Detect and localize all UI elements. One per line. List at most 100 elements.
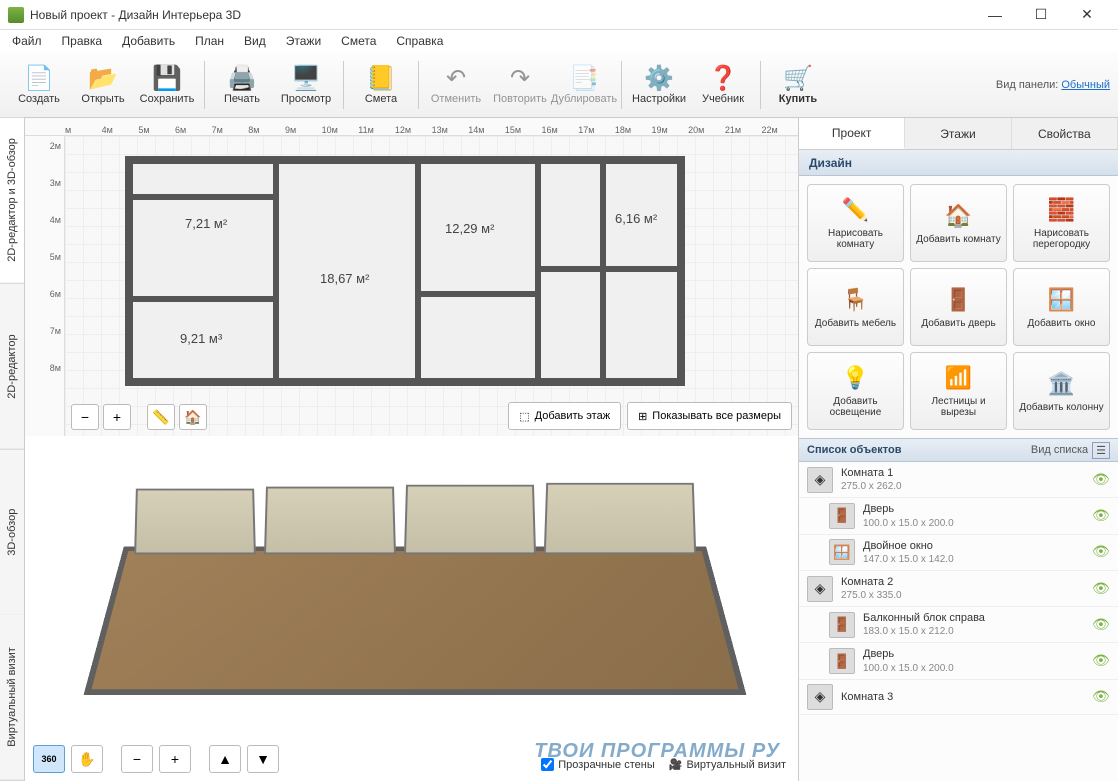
pane-2d-editor[interactable]: 2м3м4м5м6м7м8м 7,21 м² 18,67 м² 12,29 м² — [25, 136, 798, 436]
design-icon: 💡 — [840, 364, 872, 392]
object-item-3[interactable]: ◈Комната 2275.0 x 335.0👁 — [799, 571, 1118, 607]
close-button[interactable]: ✕ — [1064, 0, 1110, 30]
window-title: Новый проект - Дизайн Интерьера 3D — [30, 8, 972, 22]
right-panel: Проект Этажи Свойства Дизайн ✏️Нарисоват… — [798, 118, 1118, 781]
object-item-4[interactable]: 🚪Балконный блок справа183.0 x 15.0 x 212… — [799, 607, 1118, 643]
toolbar: 📄Создать 📂Открыть 💾Сохранить 🖨️Печать 🖥️… — [0, 52, 1118, 118]
add-floor-button[interactable]: ⬚Добавить этаж — [508, 402, 621, 430]
zoom-in-2d-button[interactable]: + — [103, 404, 131, 430]
estimate-button[interactable]: 📒Смета — [350, 57, 412, 113]
create-button[interactable]: 📄Создать — [8, 57, 70, 113]
transparent-walls-checkbox[interactable]: Прозрачные стены — [541, 758, 654, 771]
dimensions-icon: ⊞ — [638, 410, 647, 423]
design-button-1[interactable]: 🏠Добавить комнату — [910, 184, 1007, 262]
scene-3d[interactable] — [65, 456, 765, 736]
design-button-5[interactable]: 🪟Добавить окно — [1013, 268, 1110, 346]
maximize-button[interactable]: ☐ — [1018, 0, 1064, 30]
room-area-5: 9,21 м³ — [180, 331, 222, 346]
object-icon: 🚪 — [829, 648, 855, 674]
object-icon: 🚪 — [829, 612, 855, 638]
save-button[interactable]: 💾Сохранить — [136, 57, 198, 113]
design-button-2[interactable]: 🧱Нарисовать перегородку — [1013, 184, 1110, 262]
vtab-virtual-visit[interactable]: Виртуальный визит — [0, 615, 24, 781]
floorplan[interactable]: 7,21 м² 18,67 м² 12,29 м² 6,16 м² 9,21 м… — [125, 156, 685, 386]
home-button[interactable]: 🏠 — [179, 404, 207, 430]
visibility-toggle[interactable]: 👁 — [1092, 543, 1110, 561]
menu-view[interactable]: Вид — [236, 32, 274, 50]
visibility-toggle[interactable]: 👁 — [1092, 688, 1110, 706]
settings-button[interactable]: ⚙️Настройки — [628, 57, 690, 113]
pane-3d-view[interactable]: 360 ✋ − + ▲ ▼ Прозрачные стены 🎥 Виртуал… — [25, 436, 798, 781]
menubar: Файл Правка Добавить План Вид Этажи Смет… — [0, 30, 1118, 52]
object-icon: ◈ — [807, 684, 833, 710]
tab-properties[interactable]: Свойства — [1012, 118, 1118, 149]
file-new-icon: 📄 — [23, 64, 55, 92]
menu-help[interactable]: Справка — [388, 32, 451, 50]
redo-button[interactable]: ↷Повторить — [489, 57, 551, 113]
design-button-3[interactable]: 🪑Добавить мебель — [807, 268, 904, 346]
tilt-up-button[interactable]: ▲ — [209, 745, 241, 773]
vtab-combined[interactable]: 2D-редактор и 3D-обзор — [0, 118, 24, 284]
visibility-toggle[interactable]: 👁 — [1092, 507, 1110, 525]
notepad-icon: 📒 — [365, 64, 397, 92]
zoom-out-3d-button[interactable]: − — [121, 745, 153, 773]
open-button[interactable]: 📂Открыть — [72, 57, 134, 113]
design-button-4[interactable]: 🚪Добавить дверь — [910, 268, 1007, 346]
object-item-6[interactable]: ◈Комната 3👁 — [799, 680, 1118, 715]
titlebar: Новый проект - Дизайн Интерьера 3D — ☐ ✕ — [0, 0, 1118, 30]
undo-button[interactable]: ↶Отменить — [425, 57, 487, 113]
design-button-7[interactable]: 📶Лестницы и вырезы — [910, 352, 1007, 430]
plan-canvas[interactable]: 7,21 м² 18,67 м² 12,29 м² 6,16 м² 9,21 м… — [65, 136, 798, 436]
design-icon: 🏛️ — [1046, 370, 1078, 398]
pan-button[interactable]: ✋ — [71, 745, 103, 773]
show-dimensions-button[interactable]: ⊞Показывать все размеры — [627, 402, 792, 430]
menu-floors[interactable]: Этажи — [278, 32, 329, 50]
print-button[interactable]: 🖨️Печать — [211, 57, 273, 113]
duplicate-button[interactable]: 📑Дублировать — [553, 57, 615, 113]
printer-icon: 🖨️ — [226, 64, 258, 92]
redo-icon: ↷ — [504, 64, 536, 92]
menu-add[interactable]: Добавить — [114, 32, 183, 50]
ruler-vertical: 2м3м4м5м6м7м8м — [25, 136, 65, 436]
app-icon — [8, 7, 24, 23]
visibility-toggle[interactable]: 👁 — [1092, 471, 1110, 489]
object-item-2[interactable]: 🪟Двойное окно147.0 x 15.0 x 142.0👁 — [799, 535, 1118, 571]
zoom-out-2d-button[interactable]: − — [71, 404, 99, 430]
vtab-3d-view[interactable]: 3D-обзор — [0, 450, 24, 616]
measure-button[interactable]: 📏 — [147, 404, 175, 430]
tab-floors[interactable]: Этажи — [905, 118, 1011, 149]
design-icon: 🪟 — [1046, 286, 1078, 314]
menu-estimate[interactable]: Смета — [333, 32, 384, 50]
duplicate-icon: 📑 — [568, 64, 600, 92]
vtab-2d-editor[interactable]: 2D-редактор — [0, 284, 24, 450]
buy-button[interactable]: 🛒Купить — [767, 57, 829, 113]
panel-mode-link[interactable]: Обычный — [1061, 79, 1110, 91]
list-mode-icon[interactable]: ☰ — [1092, 442, 1110, 459]
menu-file[interactable]: Файл — [4, 32, 50, 50]
object-icon: ◈ — [807, 576, 833, 602]
design-button-8[interactable]: 🏛️Добавить колонну — [1013, 352, 1110, 430]
object-item-5[interactable]: 🚪Дверь100.0 x 15.0 x 200.0👁 — [799, 643, 1118, 679]
visibility-toggle[interactable]: 👁 — [1092, 616, 1110, 634]
visibility-toggle[interactable]: 👁 — [1092, 652, 1110, 670]
minimize-button[interactable]: — — [972, 0, 1018, 30]
rotate-360-button[interactable]: 360 — [33, 745, 65, 773]
tab-project[interactable]: Проект — [799, 118, 905, 149]
design-button-0[interactable]: ✏️Нарисовать комнату — [807, 184, 904, 262]
room-area-2: 18,67 м² — [320, 271, 369, 286]
record-visit-button[interactable]: 🎥 Виртуальный визит — [669, 758, 786, 771]
menu-edit[interactable]: Правка — [54, 32, 111, 50]
object-item-1[interactable]: 🚪Дверь100.0 x 15.0 x 200.0👁 — [799, 498, 1118, 534]
panel-mode-selector: Вид панели:Обычный — [996, 79, 1110, 91]
objects-section-head: Список объектов Вид списка ☰ — [799, 438, 1118, 462]
zoom-in-3d-button[interactable]: + — [159, 745, 191, 773]
design-icon: 🪑 — [840, 286, 872, 314]
object-icon: 🪟 — [829, 539, 855, 565]
menu-plan[interactable]: План — [187, 32, 232, 50]
preview-button[interactable]: 🖥️Просмотр — [275, 57, 337, 113]
visibility-toggle[interactable]: 👁 — [1092, 580, 1110, 598]
tilt-down-button[interactable]: ▼ — [247, 745, 279, 773]
object-item-0[interactable]: ◈Комната 1275.0 x 262.0👁 — [799, 462, 1118, 498]
design-button-6[interactable]: 💡Добавить освещение — [807, 352, 904, 430]
tutorial-button[interactable]: ❓Учебник — [692, 57, 754, 113]
